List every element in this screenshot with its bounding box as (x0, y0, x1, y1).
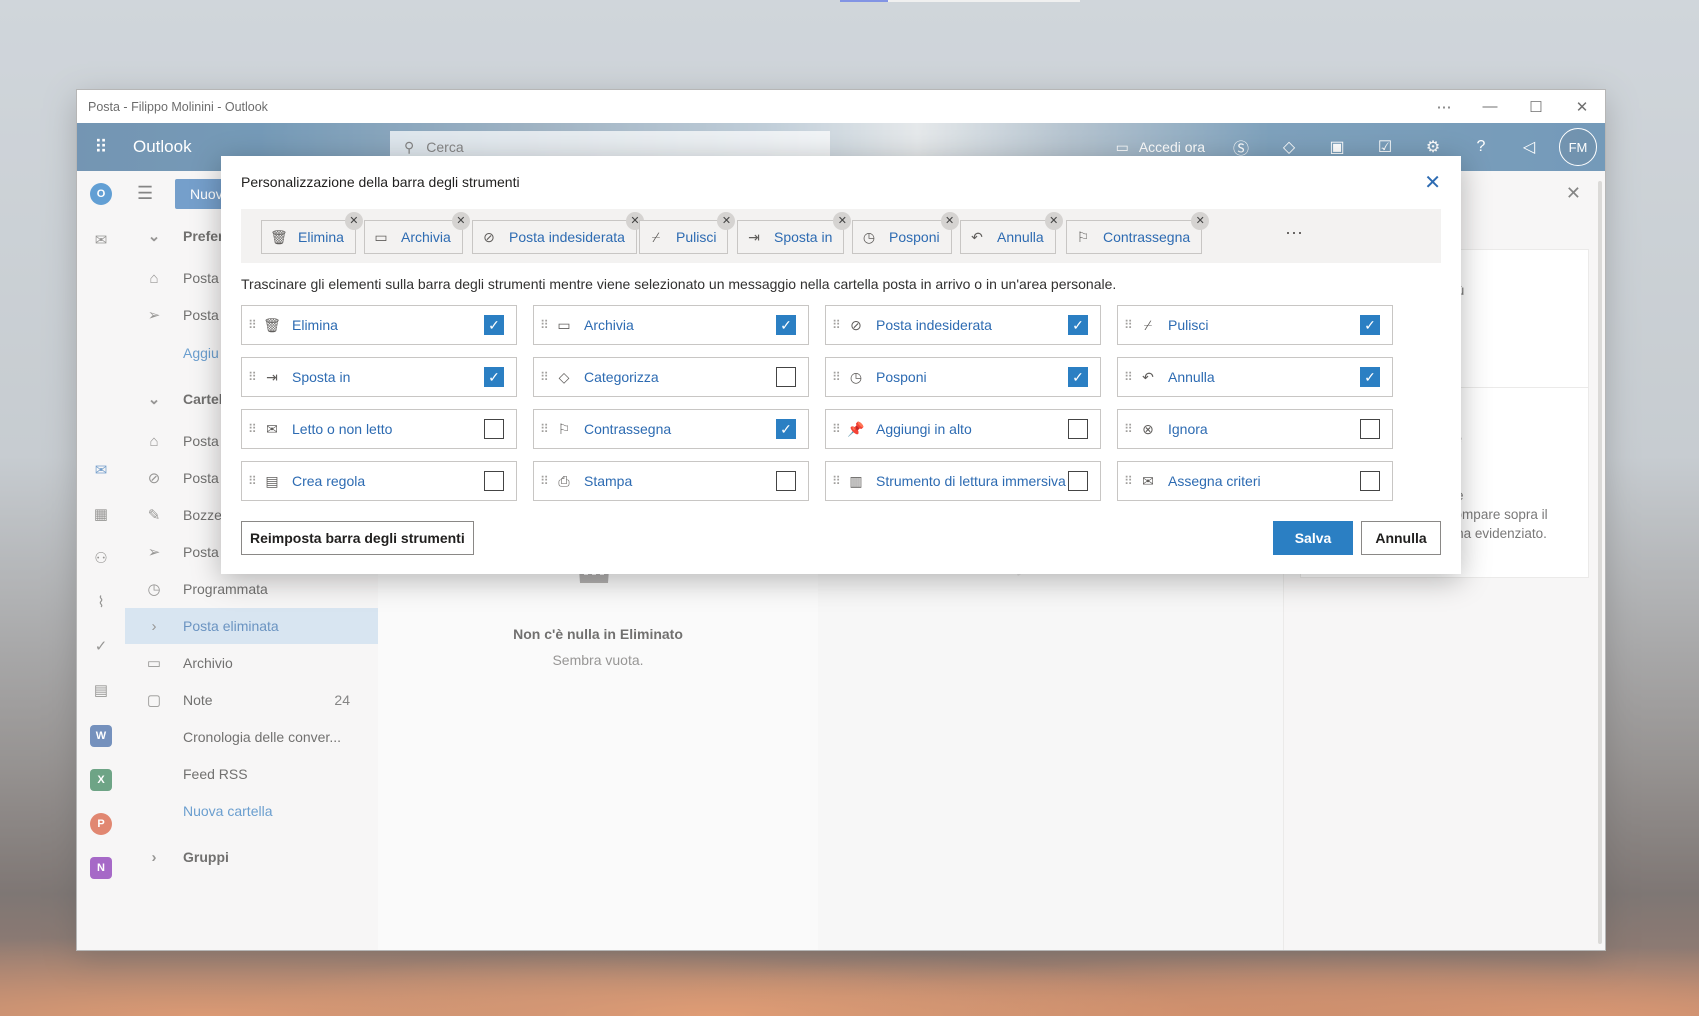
checkbox[interactable]: ✓ (1068, 315, 1088, 335)
checkbox[interactable]: ✓ (776, 315, 796, 335)
remove-icon[interactable]: ✕ (833, 212, 852, 230)
option-row[interactable]: ⠿ ▭ Archivia ✓ (533, 305, 809, 345)
ignore-icon: ⊗ (1142, 420, 1154, 437)
toolbar-chip[interactable]: 🗑 Elimina ✕ (261, 212, 363, 254)
flag-icon: ⚐ (1076, 228, 1090, 245)
option-row[interactable]: ⠿ ⎙ Stampa (533, 461, 809, 501)
drag-handle-icon: ⠿ (1124, 318, 1133, 332)
move-icon: ⇥ (266, 368, 278, 385)
drag-handle-icon: ⠿ (248, 474, 257, 488)
option-row[interactable]: ⠿ ✉ Letto o non letto (241, 409, 517, 449)
archive-icon: ▭ (374, 228, 388, 245)
save-button[interactable]: Salva (1273, 521, 1353, 555)
tag-icon: ◇ (558, 368, 570, 385)
clock-icon: ◷ (862, 228, 876, 245)
more-icon[interactable]: ⋯ (1285, 223, 1304, 244)
checkbox[interactable] (484, 419, 504, 439)
block-icon: ⊘ (483, 228, 495, 245)
checkbox[interactable] (1360, 471, 1380, 491)
checkbox[interactable]: ✓ (484, 315, 504, 335)
toolbar-chip[interactable]: ↶ Annulla ✕ (960, 212, 1063, 254)
option-row[interactable]: ⠿ ⌿ Pulisci ✓ (1117, 305, 1393, 345)
option-row[interactable]: ⠿ ▥ Strumento di lettura immersiva (825, 461, 1101, 501)
option-row[interactable]: ⠿ ▤ Crea regola (241, 461, 517, 501)
checkbox[interactable] (776, 471, 796, 491)
toolbar-chip[interactable]: ◷ Posponi ✕ (852, 212, 959, 254)
undo-icon: ↶ (1142, 368, 1154, 385)
drag-handle-icon: ⠿ (248, 318, 257, 332)
remove-icon[interactable]: ✕ (1044, 212, 1063, 230)
trash-icon: 🗑 (270, 228, 288, 245)
option-row[interactable]: ⠿ ✉ Assegna criteri (1117, 461, 1393, 501)
book-icon: ▥ (849, 472, 863, 489)
checkbox[interactable] (1360, 419, 1380, 439)
drag-handle-icon: ⠿ (540, 318, 549, 332)
flag-icon: ⚐ (557, 420, 571, 437)
clock-icon: ◷ (849, 368, 863, 385)
checkbox[interactable]: ✓ (1360, 367, 1380, 387)
drag-handle-icon: ⠿ (832, 318, 841, 332)
checkbox[interactable]: ✓ (484, 367, 504, 387)
archive-icon: ▭ (557, 316, 571, 333)
option-row[interactable]: ⠿ ↶ Annulla ✓ (1117, 357, 1393, 397)
envelope-open-icon: ✉ (266, 420, 278, 437)
remove-icon[interactable]: ✕ (1191, 212, 1210, 230)
toolbar-chip[interactable]: ⚐ Contrassegna ✕ (1066, 212, 1210, 254)
option-row[interactable]: ⠿ ⚐ Contrassegna ✓ (533, 409, 809, 449)
drag-handle-icon: ⠿ (248, 422, 257, 436)
option-row[interactable]: ⠿ 📌 Aggiungi in alto (825, 409, 1101, 449)
dialog-title: Personalizzazione della barra degli stru… (241, 174, 520, 190)
checkbox[interactable]: ✓ (1068, 367, 1088, 387)
toolbar-chip[interactable]: ⊘ Posta indesiderata ✕ (472, 212, 644, 254)
drag-handle-icon: ⠿ (1124, 474, 1133, 488)
drag-handle-icon: ⠿ (832, 474, 841, 488)
checkbox[interactable]: ✓ (776, 419, 796, 439)
toolbar-chip[interactable]: ▭ Archivia ✕ (364, 212, 470, 254)
rule-icon: ▤ (265, 472, 279, 489)
broom-icon: ⌿ (651, 228, 661, 245)
toolbar-preview: 🗑 Elimina ✕ ▭ Archivia ✕ ⊘ Posta indesiderata… (241, 209, 1441, 263)
drag-handle-icon: ⠿ (832, 422, 841, 436)
print-icon: ⎙ (558, 472, 570, 489)
option-row[interactable]: ⠿ 🗑 Elimina ✓ (241, 305, 517, 345)
pin-icon: 📌 (847, 420, 865, 437)
toolbar-chip[interactable]: ⌿ Pulisci ✕ (639, 212, 736, 254)
customize-toolbar-dialog: Personalizzazione della barra degli stru… (221, 156, 1461, 574)
dialog-description: Trascinare gli elementi sulla barra degl… (241, 276, 1117, 292)
drag-handle-icon: ⠿ (1124, 422, 1133, 436)
drag-handle-icon: ⠿ (1124, 370, 1133, 384)
drag-handle-icon: ⠿ (832, 370, 841, 384)
drag-handle-icon: ⠿ (540, 422, 549, 436)
close-icon[interactable]: ✕ (1424, 170, 1441, 195)
checkbox[interactable] (1068, 471, 1088, 491)
option-row[interactable]: ⠿ ⇥ Sposta in ✓ (241, 357, 517, 397)
move-icon: ⇥ (748, 228, 760, 245)
drag-handle-icon: ⠿ (248, 370, 257, 384)
remove-icon[interactable]: ✕ (344, 212, 363, 230)
remove-icon[interactable]: ✕ (717, 212, 736, 230)
undo-icon: ↶ (971, 228, 983, 245)
block-icon: ⊘ (850, 316, 862, 333)
option-row[interactable]: ⠿ ◷ Posponi ✓ (825, 357, 1101, 397)
drag-handle-icon: ⠿ (540, 474, 549, 488)
broom-icon: ⌿ (1143, 316, 1153, 333)
checkbox[interactable] (1068, 419, 1088, 439)
option-row[interactable]: ⠿ ◇ Categorizza (533, 357, 809, 397)
cancel-button[interactable]: Annulla (1361, 521, 1441, 555)
remove-icon[interactable]: ✕ (451, 212, 470, 230)
checkbox[interactable]: ✓ (1360, 315, 1380, 335)
reset-toolbar-button[interactable]: Reimposta barra degli strumenti (241, 521, 474, 555)
policy-icon: ✉ (1142, 472, 1154, 489)
checkbox[interactable] (484, 471, 504, 491)
checkbox[interactable] (776, 367, 796, 387)
trash-icon: 🗑 (263, 316, 281, 333)
drag-handle-icon: ⠿ (540, 370, 549, 384)
toolbar-chip[interactable]: ⇥ Sposta in ✕ (737, 212, 852, 254)
remove-icon[interactable]: ✕ (940, 212, 959, 230)
option-row[interactable]: ⠿ ⊘ Posta indesiderata ✓ (825, 305, 1101, 345)
option-row[interactable]: ⠿ ⊗ Ignora (1117, 409, 1393, 449)
